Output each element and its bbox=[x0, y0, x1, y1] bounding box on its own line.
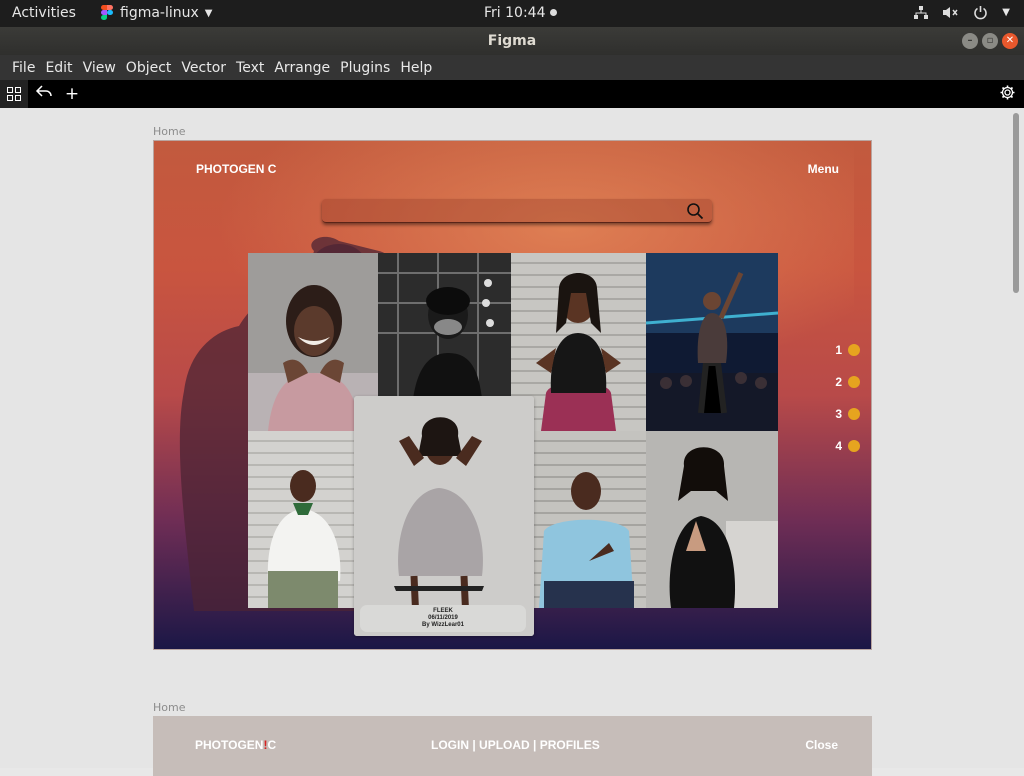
auth-nav[interactable]: LOGIN | UPLOAD | PROFILES bbox=[431, 738, 600, 752]
pager-item-3[interactable]: 3 bbox=[832, 398, 860, 430]
frame-home-hero[interactable]: PHOTOGEN C Menu FLEEK 06/11/2019 By Wizz… bbox=[153, 140, 872, 650]
close-link[interactable]: Close bbox=[805, 738, 838, 752]
caption-credit: By WizzLear01 bbox=[422, 622, 464, 628]
close-button[interactable]: ✕ bbox=[1002, 33, 1018, 49]
settings-gear-icon[interactable] bbox=[997, 84, 1017, 104]
featured-caption: FLEEK 06/11/2019 By WizzLear01 bbox=[360, 605, 526, 632]
frame-home-login[interactable]: PHOTOGEN!C LOGIN | UPLOAD | PROFILES Clo… bbox=[153, 716, 872, 776]
menu-vector[interactable]: Vector bbox=[176, 60, 231, 76]
pager-item-4[interactable]: 4 bbox=[832, 430, 860, 462]
caption-title: FLEEK bbox=[433, 608, 453, 614]
brand-logo[interactable]: PHOTOGEN C bbox=[196, 162, 276, 176]
pager-dot-icon bbox=[848, 344, 860, 356]
vertical-scrollbar[interactable] bbox=[1013, 113, 1019, 293]
pager-number: 4 bbox=[835, 439, 842, 453]
app-name: figma-linux bbox=[120, 5, 199, 21]
gallery-photo-7[interactable] bbox=[646, 431, 778, 608]
maximize-button[interactable]: ▫ bbox=[982, 33, 998, 49]
gallery-photo-6[interactable] bbox=[534, 431, 646, 608]
activities-button[interactable]: Activities bbox=[12, 5, 76, 21]
brand-text-pre: PHOTOGEN bbox=[195, 738, 264, 752]
pager-dot-icon bbox=[848, 408, 860, 420]
frame-label-home[interactable]: Home bbox=[153, 125, 185, 138]
gallery-photo-5[interactable] bbox=[248, 431, 356, 608]
network-icon bbox=[913, 5, 929, 24]
gnome-top-bar: Activities figma-linux ▼ Fri 10:44 ▼ bbox=[0, 0, 1024, 27]
clock-text: Fri 10:44 bbox=[484, 5, 546, 21]
caption-date: 06/11/2019 bbox=[428, 615, 458, 621]
minimize-button[interactable]: – bbox=[962, 33, 978, 49]
menu-view[interactable]: View bbox=[78, 60, 121, 76]
featured-photo-card[interactable]: FLEEK 06/11/2019 By WizzLear01 bbox=[354, 396, 534, 636]
menu-text[interactable]: Text bbox=[231, 60, 269, 76]
menu-edit[interactable]: Edit bbox=[40, 60, 77, 76]
pager-item-1[interactable]: 1 bbox=[832, 334, 860, 366]
search-bar[interactable] bbox=[322, 199, 712, 223]
brand-text-post: C bbox=[267, 738, 277, 752]
figma-toolbar: + bbox=[0, 80, 1024, 108]
menu-plugins[interactable]: Plugins bbox=[335, 60, 395, 76]
pager-number: 1 bbox=[835, 343, 842, 357]
pager-number: 3 bbox=[835, 407, 842, 421]
clock[interactable]: Fri 10:44 bbox=[484, 5, 558, 21]
figma-logo-icon bbox=[100, 5, 114, 21]
menu-link[interactable]: Menu bbox=[808, 162, 839, 176]
pager-number: 2 bbox=[835, 375, 842, 389]
gallery-photo-4[interactable] bbox=[646, 253, 778, 431]
pager-dot-icon bbox=[848, 440, 860, 452]
triangle-down-icon: ▼ bbox=[204, 7, 213, 19]
menu-help[interactable]: Help bbox=[395, 60, 437, 76]
grid-icon bbox=[7, 87, 21, 101]
window-titlebar[interactable]: Figma – ▫ ✕ bbox=[0, 27, 1024, 55]
app-menu[interactable]: figma-linux ▼ bbox=[100, 5, 213, 21]
gallery-photo-2[interactable] bbox=[378, 253, 511, 399]
window-controls: – ▫ ✕ bbox=[962, 33, 1018, 49]
triangle-down-icon: ▼ bbox=[1002, 7, 1010, 18]
featured-photo bbox=[354, 396, 534, 636]
brand-logo-2[interactable]: PHOTOGEN!C bbox=[195, 738, 276, 752]
pager: 1 2 3 4 bbox=[832, 334, 860, 462]
home-tab[interactable] bbox=[0, 80, 28, 108]
menu-arrange[interactable]: Arrange bbox=[269, 60, 335, 76]
pager-item-2[interactable]: 2 bbox=[832, 366, 860, 398]
volume-muted-icon bbox=[942, 5, 959, 24]
search-icon[interactable] bbox=[686, 202, 704, 220]
back-arrow-icon[interactable] bbox=[34, 84, 54, 104]
frame-label-home-2[interactable]: Home bbox=[153, 701, 185, 714]
plus-icon[interactable]: + bbox=[62, 84, 82, 104]
menu-file[interactable]: File bbox=[7, 60, 40, 76]
window-title: Figma bbox=[487, 33, 537, 49]
menubar: File Edit View Object Vector Text Arrang… bbox=[0, 55, 1024, 80]
notification-dot-icon bbox=[550, 9, 558, 16]
pager-dot-icon bbox=[848, 376, 860, 388]
power-icon bbox=[973, 5, 988, 24]
menu-object[interactable]: Object bbox=[121, 60, 177, 76]
system-tray[interactable]: ▼ bbox=[913, 5, 1010, 24]
